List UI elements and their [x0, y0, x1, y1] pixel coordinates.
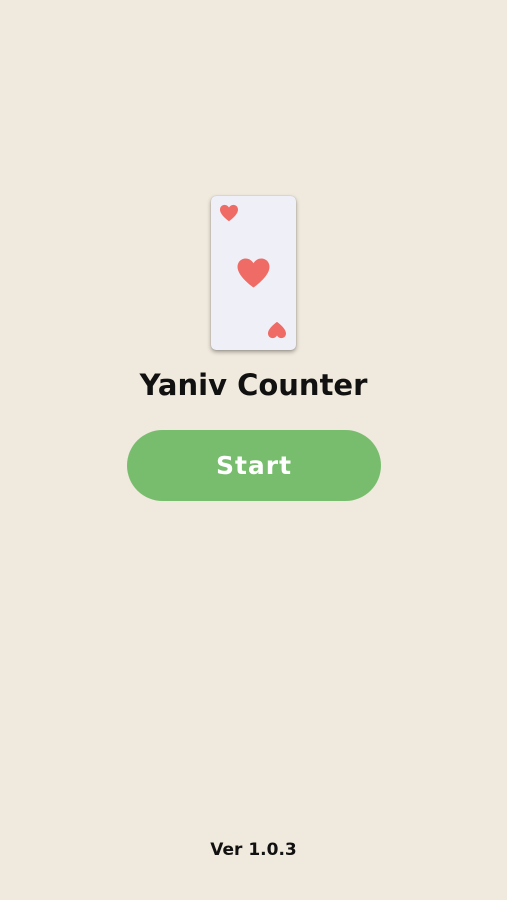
card-logo-icon [211, 196, 296, 350]
version-label: Ver 1.0.3 [210, 840, 297, 860]
heart-icon [268, 321, 286, 339]
app-title: Yaniv Counter [139, 368, 368, 402]
heart-icon [237, 258, 270, 288]
start-button[interactable]: Start [127, 430, 381, 501]
heart-icon [220, 204, 238, 222]
